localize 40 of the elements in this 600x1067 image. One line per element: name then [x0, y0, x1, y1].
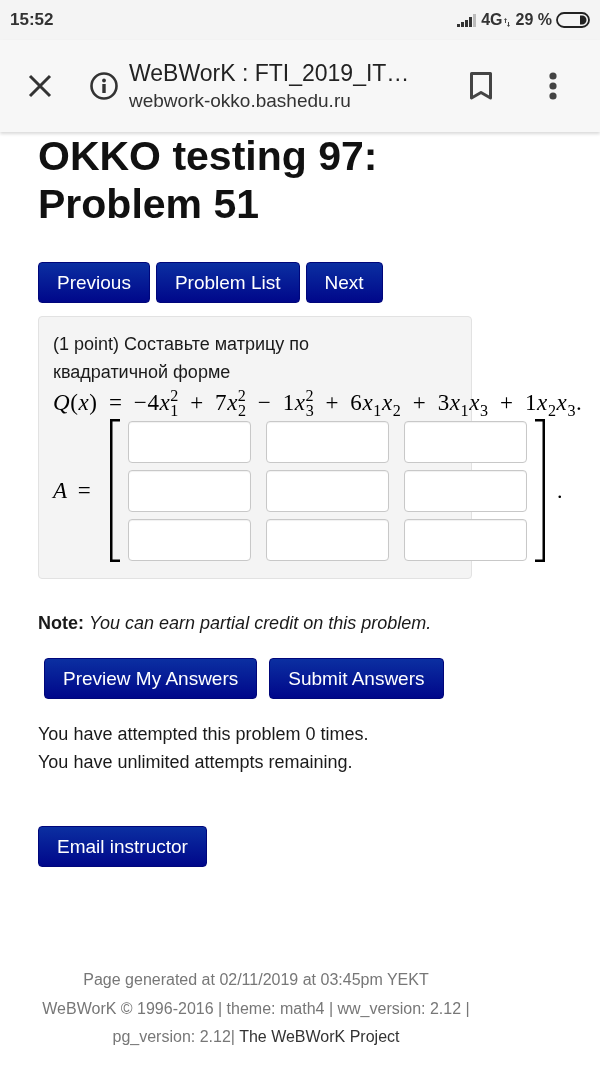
- answer-input[interactable]: [128, 518, 251, 561]
- info-icon[interactable]: [90, 72, 118, 100]
- right-bracket-icon: [535, 419, 545, 562]
- matrix-period: .: [557, 477, 563, 504]
- answer-button[interactable]: Submit Answers: [269, 658, 444, 699]
- answer-button[interactable]: Preview My Answers: [44, 658, 258, 699]
- signal-bars-icon: [457, 13, 478, 27]
- project-link[interactable]: The WeBWorK Project: [239, 1028, 400, 1045]
- version-info-text: WeBWorK © 1996-2016 | theme: math4 | ww_version: 2.12 | pg_version: 2.12| The WeBWorK Project: [41, 998, 471, 1047]
- answer-input[interactable]: [266, 420, 389, 463]
- attempts-text: You have unlimited attempts remaining.: [38, 751, 354, 774]
- page-heading: OKKO testing 97: Problem 51: [38, 132, 379, 228]
- nav-button[interactable]: Previous: [38, 262, 150, 303]
- battery-icon: [556, 12, 590, 28]
- problem-text: (1 point) Составьте матрицу по квадратичной форме: [53, 333, 311, 384]
- bookmark-icon[interactable]: [470, 72, 492, 100]
- answer-input[interactable]: [128, 420, 251, 463]
- nav-button[interactable]: Problem List: [155, 262, 300, 303]
- left-bracket-icon: [110, 419, 120, 562]
- answer-input[interactable]: [404, 518, 527, 561]
- answer-input[interactable]: [266, 469, 389, 512]
- battery-percent: 29 %: [515, 11, 552, 29]
- answer-input[interactable]: [404, 420, 527, 463]
- partial-credit-note: Note: You can earn partial credit on this problem.: [38, 612, 433, 635]
- matrix-label: A =: [53, 477, 92, 504]
- network-type: 4G: [481, 11, 503, 29]
- quadratic-form-formula: Q(x) = −4x$_{1}$$^{2}$ + 7x$_{2}$$^{2}$ − 1x$_{3}$$^{2}$ + 6x$_{1}$x$_{2}$ + 3x$_{1}$x$_{3}$ + 1x$_{2}$x$_{3}$.: [53, 387, 583, 418]
- answer-input[interactable]: [266, 518, 389, 561]
- clock-time: 15:52: [10, 10, 54, 30]
- menu-icon[interactable]: [549, 72, 557, 100]
- data-arrows-icon: [503, 17, 510, 27]
- nav-button[interactable]: Next: [305, 262, 383, 303]
- close-icon[interactable]: [28, 74, 52, 98]
- answer-input[interactable]: [128, 469, 251, 512]
- attempts-text: You have attempted this problem 0 times.: [38, 723, 370, 746]
- generated-time-text: Page generated at 02/11/2019 at 03:45pm YEKT: [82, 970, 430, 990]
- answer-input[interactable]: [404, 469, 527, 512]
- page-title: WeBWorK : FTI_2019_IT…: [129, 59, 411, 88]
- page-url: webwork-okko.bashedu.ru: [129, 89, 352, 113]
- email-instructor-button[interactable]: Email instructor: [38, 826, 207, 867]
